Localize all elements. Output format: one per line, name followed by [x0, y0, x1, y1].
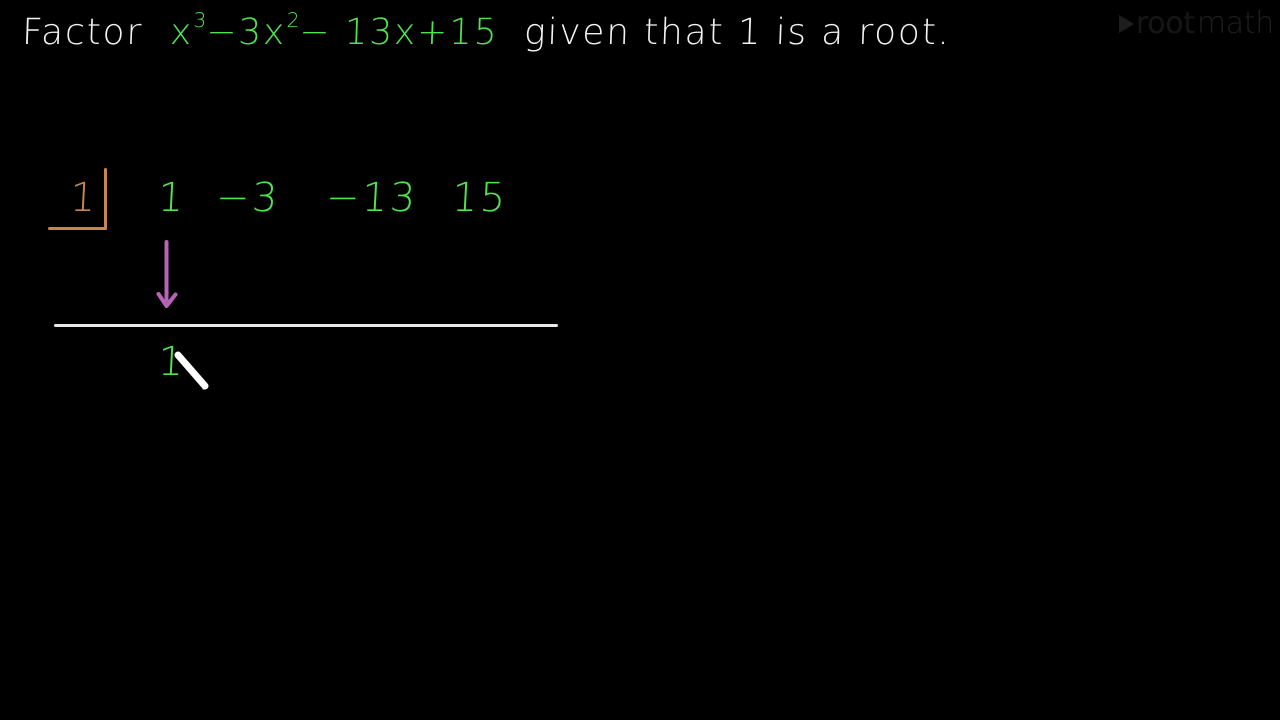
spacer-1 [142, 12, 170, 53]
polynomial-expression: x3−3x2− 13x+15 [168, 8, 499, 53]
whiteboard-canvas: Factor x3−3x2− 13x+15 given that 1 is a … [0, 0, 1280, 720]
down-arrow-icon [156, 240, 178, 308]
watermark-root-text: root [1135, 6, 1195, 41]
poly-term2-coefficient: 3 [237, 12, 264, 53]
rootmath-watermark: root math [1118, 6, 1274, 41]
coefficient-cell-1: −3 [214, 175, 281, 221]
poly-term1-exponent: 3 [192, 8, 207, 33]
synthetic-division-bracket-horizontal [48, 227, 107, 230]
poly-term2-exponent: 2 [285, 8, 300, 33]
watermark-math-text: math [1196, 6, 1274, 41]
poly-term1-base: x [168, 12, 194, 53]
problem-statement: Factor x3−3x2− 13x+15 given that 1 is a … [21, 8, 953, 74]
poly-term2-base: x [261, 12, 287, 53]
play-triangle-icon [1118, 14, 1134, 33]
synthetic-division-sum-line [54, 324, 558, 327]
problem-prefix: Factor [21, 12, 144, 53]
coefficient-cell-3: 15 [450, 175, 509, 221]
coefficient-cell-2: −13 [324, 175, 419, 221]
poly-term3: − 13x [298, 12, 418, 53]
poly-term2-sign: − [205, 12, 239, 53]
synthetic-division-bracket-vertical [104, 168, 107, 230]
synthetic-division-root-value: 1 [68, 175, 100, 221]
spacer-2 [497, 12, 525, 53]
result-cell-0: 1 [156, 339, 188, 385]
poly-term4: +15 [415, 12, 499, 53]
problem-suffix: given that 1 is a root. [523, 12, 953, 53]
coefficient-cell-0: 1 [156, 175, 188, 221]
